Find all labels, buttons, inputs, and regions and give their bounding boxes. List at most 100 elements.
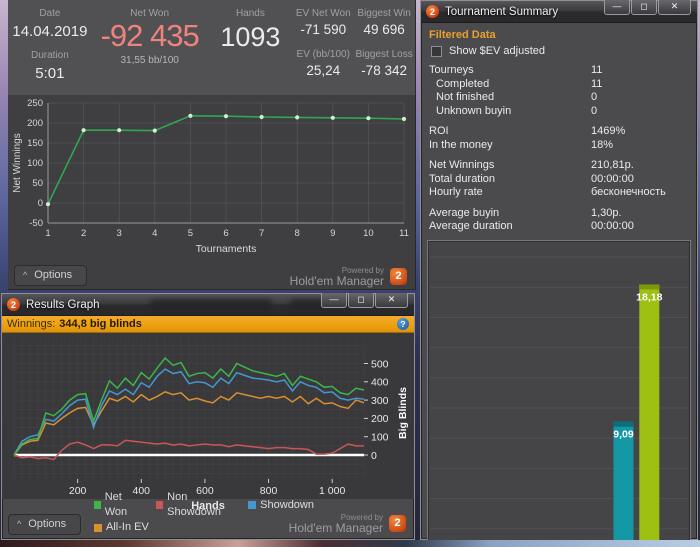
desktop: Date 14.04.2019 Duration 5:01 Net Won -9… [0, 0, 700, 547]
net-won-bb100: 31,55 bb/100 [120, 55, 179, 66]
filtered-data-header: Filtered Data [429, 29, 496, 41]
hands-label: Hands [235, 8, 265, 19]
svg-text:0: 0 [38, 198, 43, 209]
hm2-logo-icon: 2 [390, 267, 407, 285]
ev-bb100-value: 25,24 [306, 63, 341, 78]
brand-text: Hold'em Manager [288, 521, 383, 535]
svg-text:200: 200 [371, 413, 389, 425]
summary-titlebar[interactable]: 2 Tournament Summary — ◻ ✕ [421, 0, 697, 23]
non-showdown-swatch-icon [156, 501, 164, 509]
stat-row: Average buyin 1,30р. [429, 206, 622, 219]
window-title: Tournament Summary [445, 5, 559, 18]
hands-value: 1093 [220, 22, 281, 52]
stat-row: Net Winnings 210,81р. [429, 159, 634, 171]
stat-row: Tourneys 11 [429, 64, 603, 76]
duration-value: 5:01 [35, 65, 65, 82]
svg-text:7: 7 [259, 228, 264, 239]
biggest-win-label: Biggest Win [357, 8, 411, 19]
svg-text:3: 3 [117, 228, 122, 239]
svg-text:1 000: 1 000 [319, 485, 345, 497]
powered-by-brand: Powered by Hold'em Manager 2 [289, 266, 407, 288]
biggest-loss-value: -78 342 [361, 63, 407, 78]
show-ev-adjusted-option[interactable]: Show $EV adjusted [431, 45, 689, 57]
svg-text:8: 8 [295, 228, 300, 239]
svg-text:200: 200 [27, 118, 43, 129]
svg-text:9: 9 [330, 228, 335, 239]
close-button[interactable]: ✕ [375, 293, 408, 308]
tournaments-chart: -50 0 50 100 150 200 250 1 2 3 4 5 6 7 8 9 10 11 Net Winni… [8, 95, 415, 262]
powered-by-brand: Powered by Hold'em Manager 2 [288, 513, 406, 535]
options-bar: ^ Options Powered by Hold'em Manager 2 [8, 261, 415, 289]
svg-text:5: 5 [188, 228, 193, 239]
minimize-button[interactable]: — [604, 0, 630, 15]
stat-row: Hourly rate бесконечность [429, 186, 666, 198]
svg-text:Net Winnings: Net Winnings [12, 133, 23, 192]
checkbox-label: Show $EV adjusted [449, 45, 546, 57]
winnings-label: Winnings: [7, 318, 56, 330]
collapse-caret-icon: ^ [23, 270, 28, 280]
svg-text:50: 50 [32, 178, 43, 189]
minimize-button[interactable]: — [321, 293, 347, 308]
svg-text:500: 500 [371, 358, 389, 370]
date-label: Date [39, 8, 61, 19]
net-won-swatch-icon [94, 501, 101, 509]
biggest-win-value: 49 696 [363, 22, 405, 37]
svg-text:100: 100 [371, 432, 389, 444]
svg-text:4: 4 [152, 228, 157, 239]
checkbox-icon[interactable] [431, 45, 442, 57]
svg-text:150: 150 [27, 138, 43, 149]
close-button[interactable]: ✕ [658, 0, 691, 15]
maximize-button[interactable]: ◻ [348, 293, 374, 308]
desktop-edge [0, 540, 700, 547]
hm2-logo-icon: 2 [426, 5, 439, 18]
winnings-banner: Winnings: 344,8 big blinds ? [2, 316, 414, 333]
tournaments-chart-svg: -50 0 50 100 150 200 250 1 2 3 4 5 6 7 8 9 10 11 Net Winni… [12, 98, 409, 255]
stat-row: In the money 18% [429, 138, 614, 151]
session-stats-window: Date 14.04.2019 Duration 5:01 Net Won -9… [8, 0, 416, 290]
stat-row: ROI 1469% [429, 125, 626, 137]
date-value: 14.04.2019 [12, 23, 88, 40]
stat-row: Total duration 00:00:00 [429, 172, 634, 185]
results-titlebar[interactable]: 2 Results Graph — ◻ ✕ [2, 293, 414, 316]
biggest-loss-label: Biggest Loss [355, 49, 413, 60]
hm2-logo-icon: 2 [7, 298, 20, 311]
stat-row: Average duration 00:00:00 [429, 220, 634, 232]
help-icon[interactable]: ? [397, 318, 409, 330]
svg-text:6: 6 [223, 228, 228, 239]
legend-net-won: Net Won [94, 490, 140, 520]
svg-text:18,18: 18,18 [636, 291, 662, 303]
ev-net-won-label: EV Net Won [295, 8, 351, 19]
brand-text: Hold'em Manager [289, 274, 384, 288]
stats-panel: Date 14.04.2019 Duration 5:01 Net Won -9… [8, 0, 415, 95]
svg-text:Tournaments: Tournaments [196, 243, 257, 255]
maximize-button[interactable]: ◻ [631, 0, 657, 15]
results-chart: 0 100 200 300 400 500 Big Blinds 200 400 600 800 1 … [2, 333, 414, 499]
winnings-value: 344,8 big blinds [59, 318, 142, 330]
censored-text [150, 299, 272, 311]
tournament-summary-window: 2 Tournament Summary — ◻ ✕ Filtered Data… [420, 0, 698, 547]
svg-text:2: 2 [81, 228, 86, 239]
chart-legend: Net Won Non Showdown Showdown All-In EV [94, 490, 314, 535]
options-button[interactable]: ^ Options [14, 265, 88, 286]
finish-position-chart: 010203040506079,09818,189010 Finish Posi… [427, 239, 691, 547]
hm2-logo-icon: 2 [389, 514, 406, 532]
duration-label: Duration [30, 50, 69, 61]
svg-text:11: 11 [399, 228, 409, 239]
svg-text:100: 100 [27, 158, 43, 169]
options-button[interactable]: ^ Options [8, 514, 82, 535]
svg-text:10: 10 [363, 228, 374, 239]
svg-text:250: 250 [27, 98, 43, 109]
legend-non-showdown: Non Showdown [156, 490, 232, 520]
svg-text:Big Blinds: Big Blinds [397, 387, 409, 439]
svg-text:200: 200 [69, 485, 87, 497]
stat-row: Unknown buyin 0 [436, 104, 598, 117]
svg-text:400: 400 [371, 377, 389, 389]
svg-text:-50: -50 [29, 218, 43, 229]
legend-all-in-ev: All-In EV [94, 520, 149, 535]
stat-row: Not finished 0 [436, 91, 598, 103]
ev-bb100-label: EV (bb/100) [296, 49, 350, 60]
svg-text:1: 1 [45, 228, 50, 239]
all-in-ev-swatch-icon [94, 523, 102, 532]
net-won-value: -92 435 [100, 18, 200, 53]
collapse-caret-icon: ^ [17, 519, 22, 529]
